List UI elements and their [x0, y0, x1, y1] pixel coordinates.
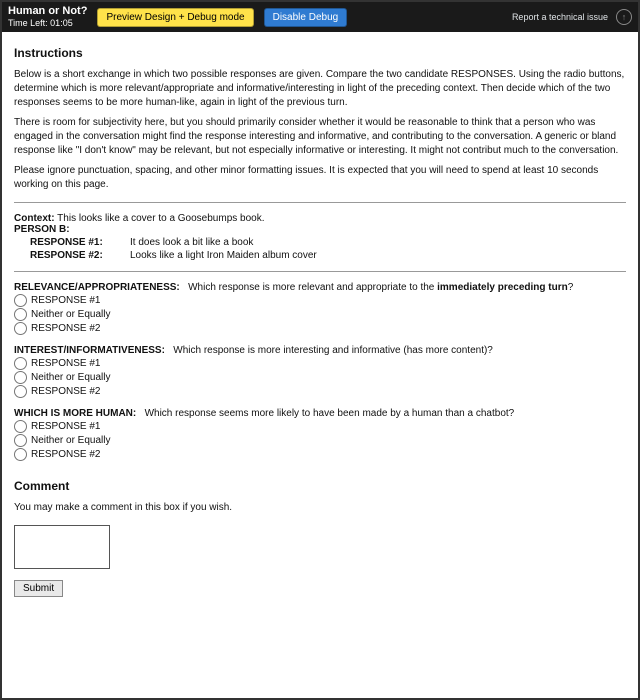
top-bar: Human or Not? Time Left: 01:05 Preview D…	[2, 2, 638, 32]
q2-label: INTEREST/INFORMATIVENESS:	[14, 345, 165, 356]
q1-prompt-a: Which response is more relevant and appr…	[188, 282, 437, 293]
response-1-text: It does look a bit like a book	[130, 237, 253, 248]
q1-opt3-radio[interactable]	[14, 322, 27, 335]
divider	[14, 271, 626, 272]
comment-prompt: You may make a comment in this box if yo…	[14, 501, 626, 515]
q2-opt2-radio[interactable]	[14, 371, 27, 384]
q2-opt3-label: RESPONSE #2	[31, 386, 100, 397]
q1-opt1-label: RESPONSE #1	[31, 295, 100, 306]
divider	[14, 202, 626, 203]
instructions-p1: Below is a short exchange in which two p…	[14, 68, 626, 110]
context-block: Context: This looks like a cover to a Go…	[14, 213, 626, 261]
q1-opt1-radio[interactable]	[14, 294, 27, 307]
q2-opt2-label: Neither or Equally	[31, 372, 110, 383]
q3-label: WHICH IS MORE HUMAN:	[14, 408, 136, 419]
response-2-label: RESPONSE #2:	[30, 250, 130, 261]
comment-textarea[interactable]	[14, 525, 110, 569]
report-issue-link[interactable]: Report a technical issue	[512, 12, 608, 22]
q1-opt2-label: Neither or Equally	[31, 309, 110, 320]
q3-prompt: Which response seems more likely to have…	[145, 408, 515, 419]
q3-opt3-radio[interactable]	[14, 448, 27, 461]
q2-opt1-label: RESPONSE #1	[31, 358, 100, 369]
q3-opt2-radio[interactable]	[14, 434, 27, 447]
context-label: Context:	[14, 213, 55, 224]
q1-label: RELEVANCE/APPROPRIATENESS:	[14, 282, 180, 293]
comment-heading: Comment	[14, 479, 626, 493]
question-interest: INTEREST/INFORMATIVENESS: Which response…	[14, 345, 626, 398]
q3-opt2-label: Neither or Equally	[31, 435, 110, 446]
context-text: This looks like a cover to a Goosebumps …	[57, 213, 264, 224]
submit-button[interactable]: Submit	[14, 580, 63, 597]
person-b-label: PERSON B:	[14, 224, 626, 235]
timer: Time Left: 01:05	[8, 18, 87, 29]
q3-opt3-label: RESPONSE #2	[31, 449, 100, 460]
upload-icon[interactable]: ↑	[616, 9, 632, 25]
disable-debug-button[interactable]: Disable Debug	[264, 8, 348, 27]
q2-opt3-radio[interactable]	[14, 385, 27, 398]
q2-prompt: Which response is more interesting and i…	[173, 345, 493, 356]
main-content: Instructions Below is a short exchange i…	[2, 32, 638, 698]
q2-opt1-radio[interactable]	[14, 357, 27, 370]
response-2-text: Looks like a light Iron Maiden album cov…	[130, 250, 317, 261]
question-relevance: RELEVANCE/APPROPRIATENESS: Which respons…	[14, 282, 626, 335]
page-title: Human or Not?	[8, 5, 87, 18]
q1-prompt-b: immediately preceding turn	[437, 282, 568, 293]
q1-opt3-label: RESPONSE #2	[31, 323, 100, 334]
preview-debug-button[interactable]: Preview Design + Debug mode	[97, 8, 253, 27]
q3-opt1-label: RESPONSE #1	[31, 421, 100, 432]
q1-prompt-c: ?	[568, 282, 574, 293]
q3-opt1-radio[interactable]	[14, 420, 27, 433]
instructions-p2: There is room for subjectivity here, but…	[14, 116, 626, 158]
instructions-heading: Instructions	[14, 46, 626, 60]
instructions-p3: Please ignore punctuation, spacing, and …	[14, 164, 626, 192]
question-human: WHICH IS MORE HUMAN: Which response seem…	[14, 408, 626, 461]
q1-opt2-radio[interactable]	[14, 308, 27, 321]
response-1-label: RESPONSE #1:	[30, 237, 130, 248]
